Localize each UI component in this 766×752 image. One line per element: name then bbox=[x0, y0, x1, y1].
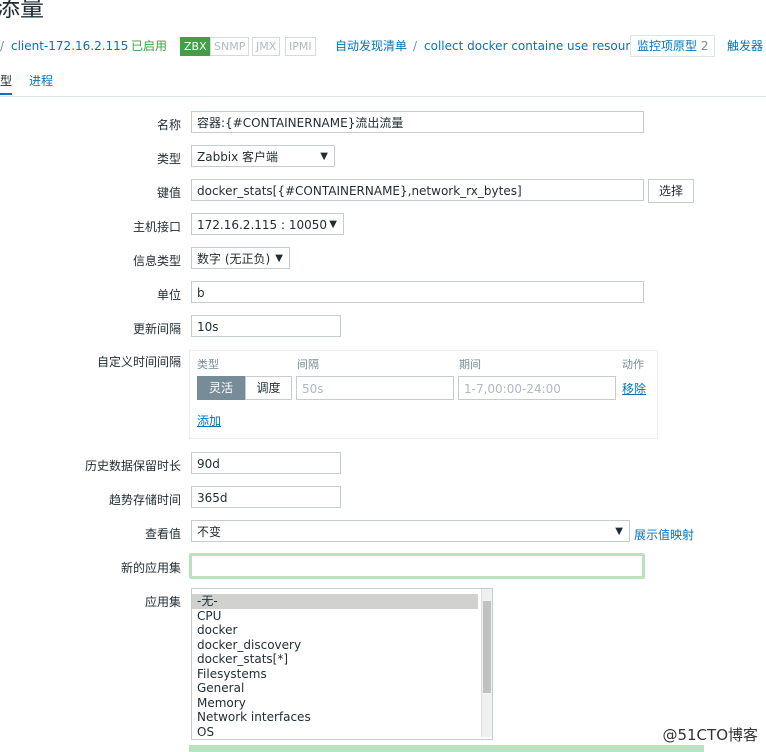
interface-select-value: 172.16.2.115 : 10050 bbox=[197, 218, 328, 232]
scheduling-toggle[interactable]: 调度 bbox=[245, 376, 292, 400]
list-item[interactable]: docker bbox=[192, 623, 492, 638]
breadcrumb-triggers-link[interactable]: 触发器 bbox=[727, 38, 763, 54]
breadcrumb-separator: / bbox=[0, 39, 5, 53]
history-label: 历史数据保留时长 bbox=[84, 459, 181, 473]
custom-intervals-col-interval: 间隔 bbox=[297, 358, 319, 371]
breadcrumb-separator: / bbox=[413, 39, 418, 53]
new-application-label: 新的应用集 bbox=[120, 561, 181, 575]
show-value-select[interactable]: 不变 ▼ bbox=[191, 520, 630, 542]
type-label: 类型 bbox=[156, 152, 181, 166]
list-item[interactable]: docker_stats[*] bbox=[192, 652, 492, 667]
badge-ipmi: IPMI bbox=[285, 37, 316, 56]
flexible-toggle[interactable]: 灵活 bbox=[197, 376, 245, 400]
units-input[interactable]: b bbox=[191, 281, 644, 303]
item-prototypes-count: 2 bbox=[700, 39, 709, 53]
item-prototypes-label: 监控项原型 bbox=[637, 39, 698, 53]
remove-interval-link[interactable]: 移除 bbox=[622, 380, 646, 397]
custom-interval-input[interactable]: 50s bbox=[296, 376, 454, 400]
show-value-select-value: 不变 bbox=[197, 525, 222, 539]
applications-listbox[interactable]: -无- CPU docker docker_discovery docker_s… bbox=[191, 588, 493, 740]
interval-label: 更新间隔 bbox=[132, 322, 181, 336]
add-interval-link[interactable]: 添加 bbox=[197, 412, 221, 429]
applications-label: 应用集 bbox=[144, 595, 181, 609]
breadcrumb-rule-link[interactable]: collect docker containe use resource bbox=[424, 38, 644, 54]
type-select-value: Zabbix 客户端 bbox=[197, 150, 279, 164]
name-label: 名称 bbox=[156, 118, 181, 132]
breadcrumb-host-link[interactable]: client-172.16.2.115 bbox=[11, 38, 128, 54]
history-input[interactable]: 90d bbox=[191, 452, 341, 474]
breadcrumb-discovery-link[interactable]: 自动发现清单 bbox=[335, 38, 407, 54]
watermark: @51CTO博客 bbox=[662, 726, 758, 744]
browser-top-strip: 添量 bbox=[0, 0, 766, 30]
badge-zbx: ZBX bbox=[180, 37, 211, 56]
tab-bar bbox=[0, 64, 766, 97]
show-value-label: 查看值 bbox=[144, 527, 181, 541]
key-input[interactable]: docker_stats[{#CONTAINERNAME},network_rx… bbox=[191, 179, 644, 201]
dropdown-arrow-icon: ▼ bbox=[275, 253, 283, 264]
list-item[interactable]: docker_discovery bbox=[192, 638, 492, 653]
custom-intervals-col-type: 类型 bbox=[197, 358, 219, 371]
listbox-scrollbar-thumb[interactable] bbox=[483, 601, 491, 693]
host-status-enabled[interactable]: 已启用 bbox=[131, 38, 167, 54]
units-label: 单位 bbox=[156, 288, 181, 302]
dropdown-arrow-icon: ▼ bbox=[329, 219, 337, 230]
new-application-input[interactable] bbox=[189, 553, 645, 579]
key-label: 键值 bbox=[156, 186, 181, 200]
info-type-select-value: 数字 (无正负) bbox=[197, 252, 271, 266]
key-select-button[interactable]: 选择 bbox=[648, 179, 694, 203]
custom-intervals-label: 自定义时间间隔 bbox=[96, 355, 181, 369]
tab-preprocessing[interactable]: 进程 bbox=[29, 72, 53, 89]
type-select[interactable]: Zabbix 客户端 ▼ bbox=[191, 145, 335, 167]
next-field-focus-edge bbox=[189, 745, 704, 752]
interface-select[interactable]: 172.16.2.115 : 10050 ▼ bbox=[191, 213, 344, 235]
trends-label: 趋势存储时间 bbox=[108, 493, 181, 507]
badge-jmx: JMX bbox=[252, 37, 281, 56]
trends-input[interactable]: 365d bbox=[191, 486, 341, 508]
interval-input[interactable]: 10s bbox=[191, 315, 341, 337]
list-item[interactable]: General bbox=[192, 681, 492, 696]
name-input[interactable]: 容器:{#CONTAINERNAME}流出流量 bbox=[191, 111, 644, 133]
list-item[interactable]: OS bbox=[192, 725, 492, 740]
list-item[interactable]: CPU bbox=[192, 609, 492, 624]
list-item[interactable]: -无- bbox=[192, 594, 478, 609]
list-item[interactable]: Memory bbox=[192, 696, 492, 711]
custom-period-input[interactable]: 1-7,00:00-24:00 bbox=[458, 376, 616, 400]
show-value-mapping-link[interactable]: 展示值映射 bbox=[634, 526, 694, 543]
info-type-label: 信息类型 bbox=[132, 254, 181, 268]
info-type-select[interactable]: 数字 (无正负) ▼ bbox=[191, 247, 290, 269]
custom-intervals-col-action: 动作 bbox=[622, 358, 644, 371]
page-title-fragment: 添量 bbox=[0, 0, 44, 22]
custom-intervals-col-period: 期间 bbox=[459, 358, 481, 371]
list-item[interactable]: Filesystems bbox=[192, 667, 492, 682]
dropdown-arrow-icon: ▼ bbox=[320, 151, 328, 162]
list-item[interactable]: Network interfaces bbox=[192, 710, 492, 725]
breadcrumb-item-prototypes[interactable]: 监控项原型 2 bbox=[630, 35, 716, 57]
tab-item-prototype[interactable]: 型 bbox=[0, 72, 13, 95]
interface-label: 主机接口 bbox=[132, 220, 181, 234]
dropdown-arrow-icon: ▼ bbox=[615, 526, 623, 537]
badge-snmp: SNMP bbox=[210, 37, 250, 56]
